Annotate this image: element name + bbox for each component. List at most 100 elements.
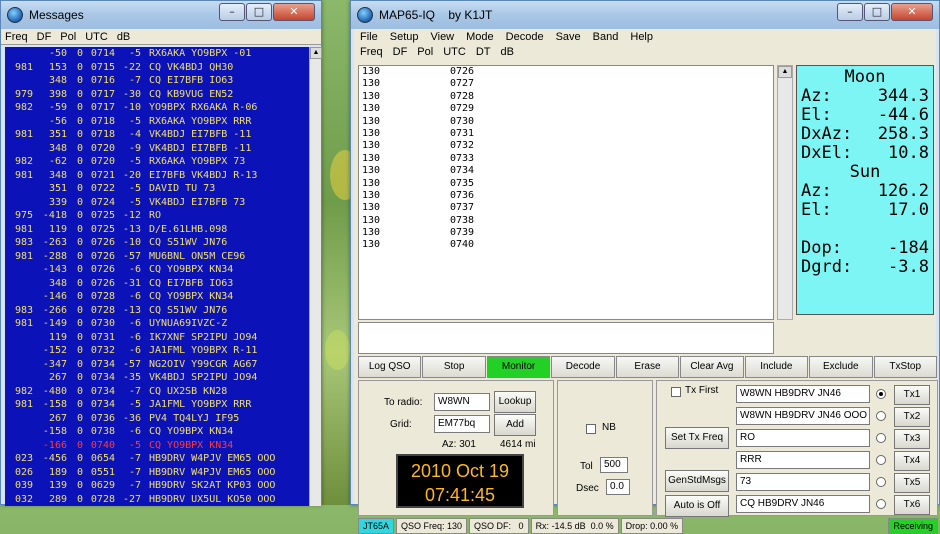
message-row[interactable]: 348 0 0720 -9 VK4BDJ EI7BFB -11: [5, 142, 309, 156]
clear-avg-button[interactable]: Clear Avg: [680, 356, 744, 378]
tx-message-field[interactable]: 73: [736, 473, 870, 491]
maximize-icon[interactable]: □: [864, 3, 890, 21]
exclude-button[interactable]: Exclude: [809, 356, 873, 378]
txstop-button[interactable]: TxStop: [873, 356, 937, 378]
messages-scrollbar[interactable]: ▲: [309, 47, 322, 506]
message-row[interactable]: 982 -62 0 0720 -5 RX6AKA YO9BPX 73: [5, 155, 309, 169]
tx2-radio[interactable]: [876, 411, 886, 421]
message-row[interactable]: 982 -59 0 0717 -10 YO9BPX RX6AKA R-06: [5, 101, 309, 115]
include-button[interactable]: Include: [744, 356, 809, 378]
message-row[interactable]: 981 -149 0 0730 -6 UYNUA69IVZC-Z: [5, 317, 309, 331]
menu-setup[interactable]: Setup: [390, 29, 419, 45]
messages-titlebar[interactable]: Messages – □ ✕: [1, 1, 321, 29]
scroll-up-icon[interactable]: ▲: [778, 66, 792, 78]
message-row[interactable]: -146 0 0728 -6 CQ YO9BPX KN34: [5, 290, 309, 304]
messages-list[interactable]: -50 0 0714 -5 RX6AKA YO9BPX -01 981 153 0 0715 -2…: [5, 47, 309, 506]
message-row[interactable]: 981 153 0 0715 -22 CQ VK4BDJ QH30: [5, 61, 309, 75]
decode-scrollbar[interactable]: ▲: [777, 65, 793, 320]
tx1-radio[interactable]: [876, 389, 886, 399]
message-row[interactable]: 351 0 0722 -5 DAVID TU 73: [5, 182, 309, 196]
message-row[interactable]: -56 0 0718 -5 RX6AKA YO9BPX RRR: [5, 115, 309, 129]
message-row[interactable]: 039 139 0 0629 -7 HB9DRV SK2AT KP03 OOO: [5, 479, 309, 493]
scroll-up-icon[interactable]: ▲: [310, 47, 322, 59]
grid-field[interactable]: EM77bq: [434, 415, 490, 433]
message-row[interactable]: 267 0 0734 -35 VK4BDJ SP2IPU JO94: [5, 371, 309, 385]
tx3-radio[interactable]: [876, 433, 886, 443]
tx4-button[interactable]: Tx4: [894, 451, 930, 471]
message-row[interactable]: 979 398 0 0717 -30 CQ KB9VUG EN52: [5, 88, 309, 102]
close-icon[interactable]: ✕: [273, 3, 315, 21]
message-row[interactable]: -158 0 0738 -6 CQ YO9BPX KN34: [5, 425, 309, 439]
message-row[interactable]: 023 -456 0 0654 -7 HB9DRV W4PJV EM65 OOO: [5, 452, 309, 466]
decode-utc: 0727: [450, 78, 475, 90]
map65-titlebar[interactable]: MAP65-IQ by K1JT – □ ✕: [351, 1, 939, 29]
tx3-button[interactable]: Tx3: [894, 429, 930, 449]
tx5-radio[interactable]: [876, 477, 886, 487]
message-row[interactable]: -347 0 0734 -57 NG2OIV Y99CGR AG67: [5, 358, 309, 372]
tx-message-field[interactable]: CQ HB9DRV JN46: [736, 495, 870, 513]
tx6-button[interactable]: Tx6: [894, 495, 930, 515]
log-qso-button[interactable]: Log QSO: [358, 356, 422, 378]
tx6-radio[interactable]: [876, 499, 886, 509]
message-row[interactable]: 981 119 0 0725 -13 D/E.61LHB.098: [5, 223, 309, 237]
auto-button[interactable]: Auto is Off: [665, 495, 729, 517]
menu-file[interactable]: File: [360, 29, 378, 45]
message-row[interactable]: -143 0 0726 -6 CQ YO9BPX KN34: [5, 263, 309, 277]
close-icon[interactable]: ✕: [891, 3, 933, 21]
message-row[interactable]: 267 0 0736 -36 PV4 TQ4LYJ IF95: [5, 412, 309, 426]
minimize-icon[interactable]: –: [837, 3, 863, 21]
menu-decode[interactable]: Decode: [506, 29, 544, 45]
decode-text-area[interactable]: 130 0726 130 0727 130 0728 130 0729 130 0730 130 07…: [358, 65, 774, 320]
message-msg: DAVID TU 73: [149, 183, 216, 194]
stop-button[interactable]: Stop: [422, 356, 486, 378]
tx2-button[interactable]: Tx2: [894, 407, 930, 427]
gen-std-msgs-button[interactable]: GenStdMsgs: [665, 470, 729, 492]
menu-mode[interactable]: Mode: [466, 29, 494, 45]
tx5-button[interactable]: Tx5: [894, 473, 930, 493]
message-row[interactable]: 348 0 0726 -31 CQ EI7BFB IO63: [5, 277, 309, 291]
moon-el-label: El:: [801, 105, 832, 125]
tx1-button[interactable]: Tx1: [894, 385, 930, 405]
message-row[interactable]: 026 189 0 0551 -7 HB9DRV W4PJV EM65 OOO: [5, 466, 309, 480]
tx-message-field[interactable]: RRR: [736, 451, 870, 469]
tx4-radio[interactable]: [876, 455, 886, 465]
message-row[interactable]: 975 -418 0 0725 -12 RO: [5, 209, 309, 223]
message-row[interactable]: 339 0 0724 -5 VK4BDJ EI7BFB 73: [5, 196, 309, 210]
menu-band[interactable]: Band: [593, 29, 619, 45]
tx-message-field[interactable]: RO: [736, 429, 870, 447]
message-row[interactable]: 983 -266 0 0728 -13 CQ S51WV JN76: [5, 304, 309, 318]
message-row[interactable]: 119 0 0731 -6 IK7XNF SP2IPU JO94: [5, 331, 309, 345]
message-row[interactable]: 348 0 0716 -7 CQ EI7BFB IO63: [5, 74, 309, 88]
tol-field[interactable]: 500: [600, 457, 628, 473]
nb-checkbox[interactable]: [586, 424, 596, 434]
tx-message-field[interactable]: W8WN HB9DRV JN46 OOO: [736, 407, 870, 425]
message-row[interactable]: 032 289 0 0728 -27 HB9DRV UX5UL KO50 OOO: [5, 493, 309, 507]
monitor-button[interactable]: Monitor: [486, 356, 551, 378]
message-freq: 032: [14, 493, 33, 505]
to-radio-field[interactable]: W8WN: [434, 393, 490, 411]
lookup-button[interactable]: Lookup: [494, 391, 536, 413]
decode-button[interactable]: Decode: [551, 356, 615, 378]
tx-message-field[interactable]: W8WN HB9DRV JN46: [736, 385, 870, 403]
message-row[interactable]: 981 351 0 0718 -4 VK4BDJ EI7BFB -11: [5, 128, 309, 142]
maximize-icon[interactable]: □: [246, 3, 272, 21]
message-row[interactable]: 982 -480 0 0734 -7 CQ UX2SB KN28: [5, 385, 309, 399]
add-button[interactable]: Add: [494, 414, 536, 436]
message-row[interactable]: 981 -288 0 0726 -57 MU6BNL ON5M CE96: [5, 250, 309, 264]
message-row[interactable]: -152 0 0732 -6 JA1FML YO9BPX R-11: [5, 344, 309, 358]
tx-first-checkbox[interactable]: [671, 387, 681, 397]
message-entry-area[interactable]: [358, 322, 774, 354]
message-row[interactable]: -166 0 0740 -5 CQ YO9BPX KN34: [5, 439, 309, 453]
message-row[interactable]: -50 0 0714 -5 RX6AKA YO9BPX -01: [5, 47, 309, 61]
minimize-icon[interactable]: –: [219, 3, 245, 21]
message-df: -59: [48, 102, 67, 113]
menu-save[interactable]: Save: [556, 29, 581, 45]
message-row[interactable]: 983 -263 0 0726 -10 CQ S51WV JN76: [5, 236, 309, 250]
menu-view[interactable]: View: [430, 29, 454, 45]
message-row[interactable]: 981 -158 0 0734 -5 JA1FML YO9BPX RRR: [5, 398, 309, 412]
message-row[interactable]: 981 348 0 0721 -20 EI7BFB VK4BDJ R-13: [5, 169, 309, 183]
dsec-field[interactable]: 0.0: [606, 479, 630, 495]
set-tx-freq-button[interactable]: Set Tx Freq: [665, 427, 729, 449]
erase-button[interactable]: Erase: [615, 356, 680, 378]
menu-help[interactable]: Help: [630, 29, 653, 45]
